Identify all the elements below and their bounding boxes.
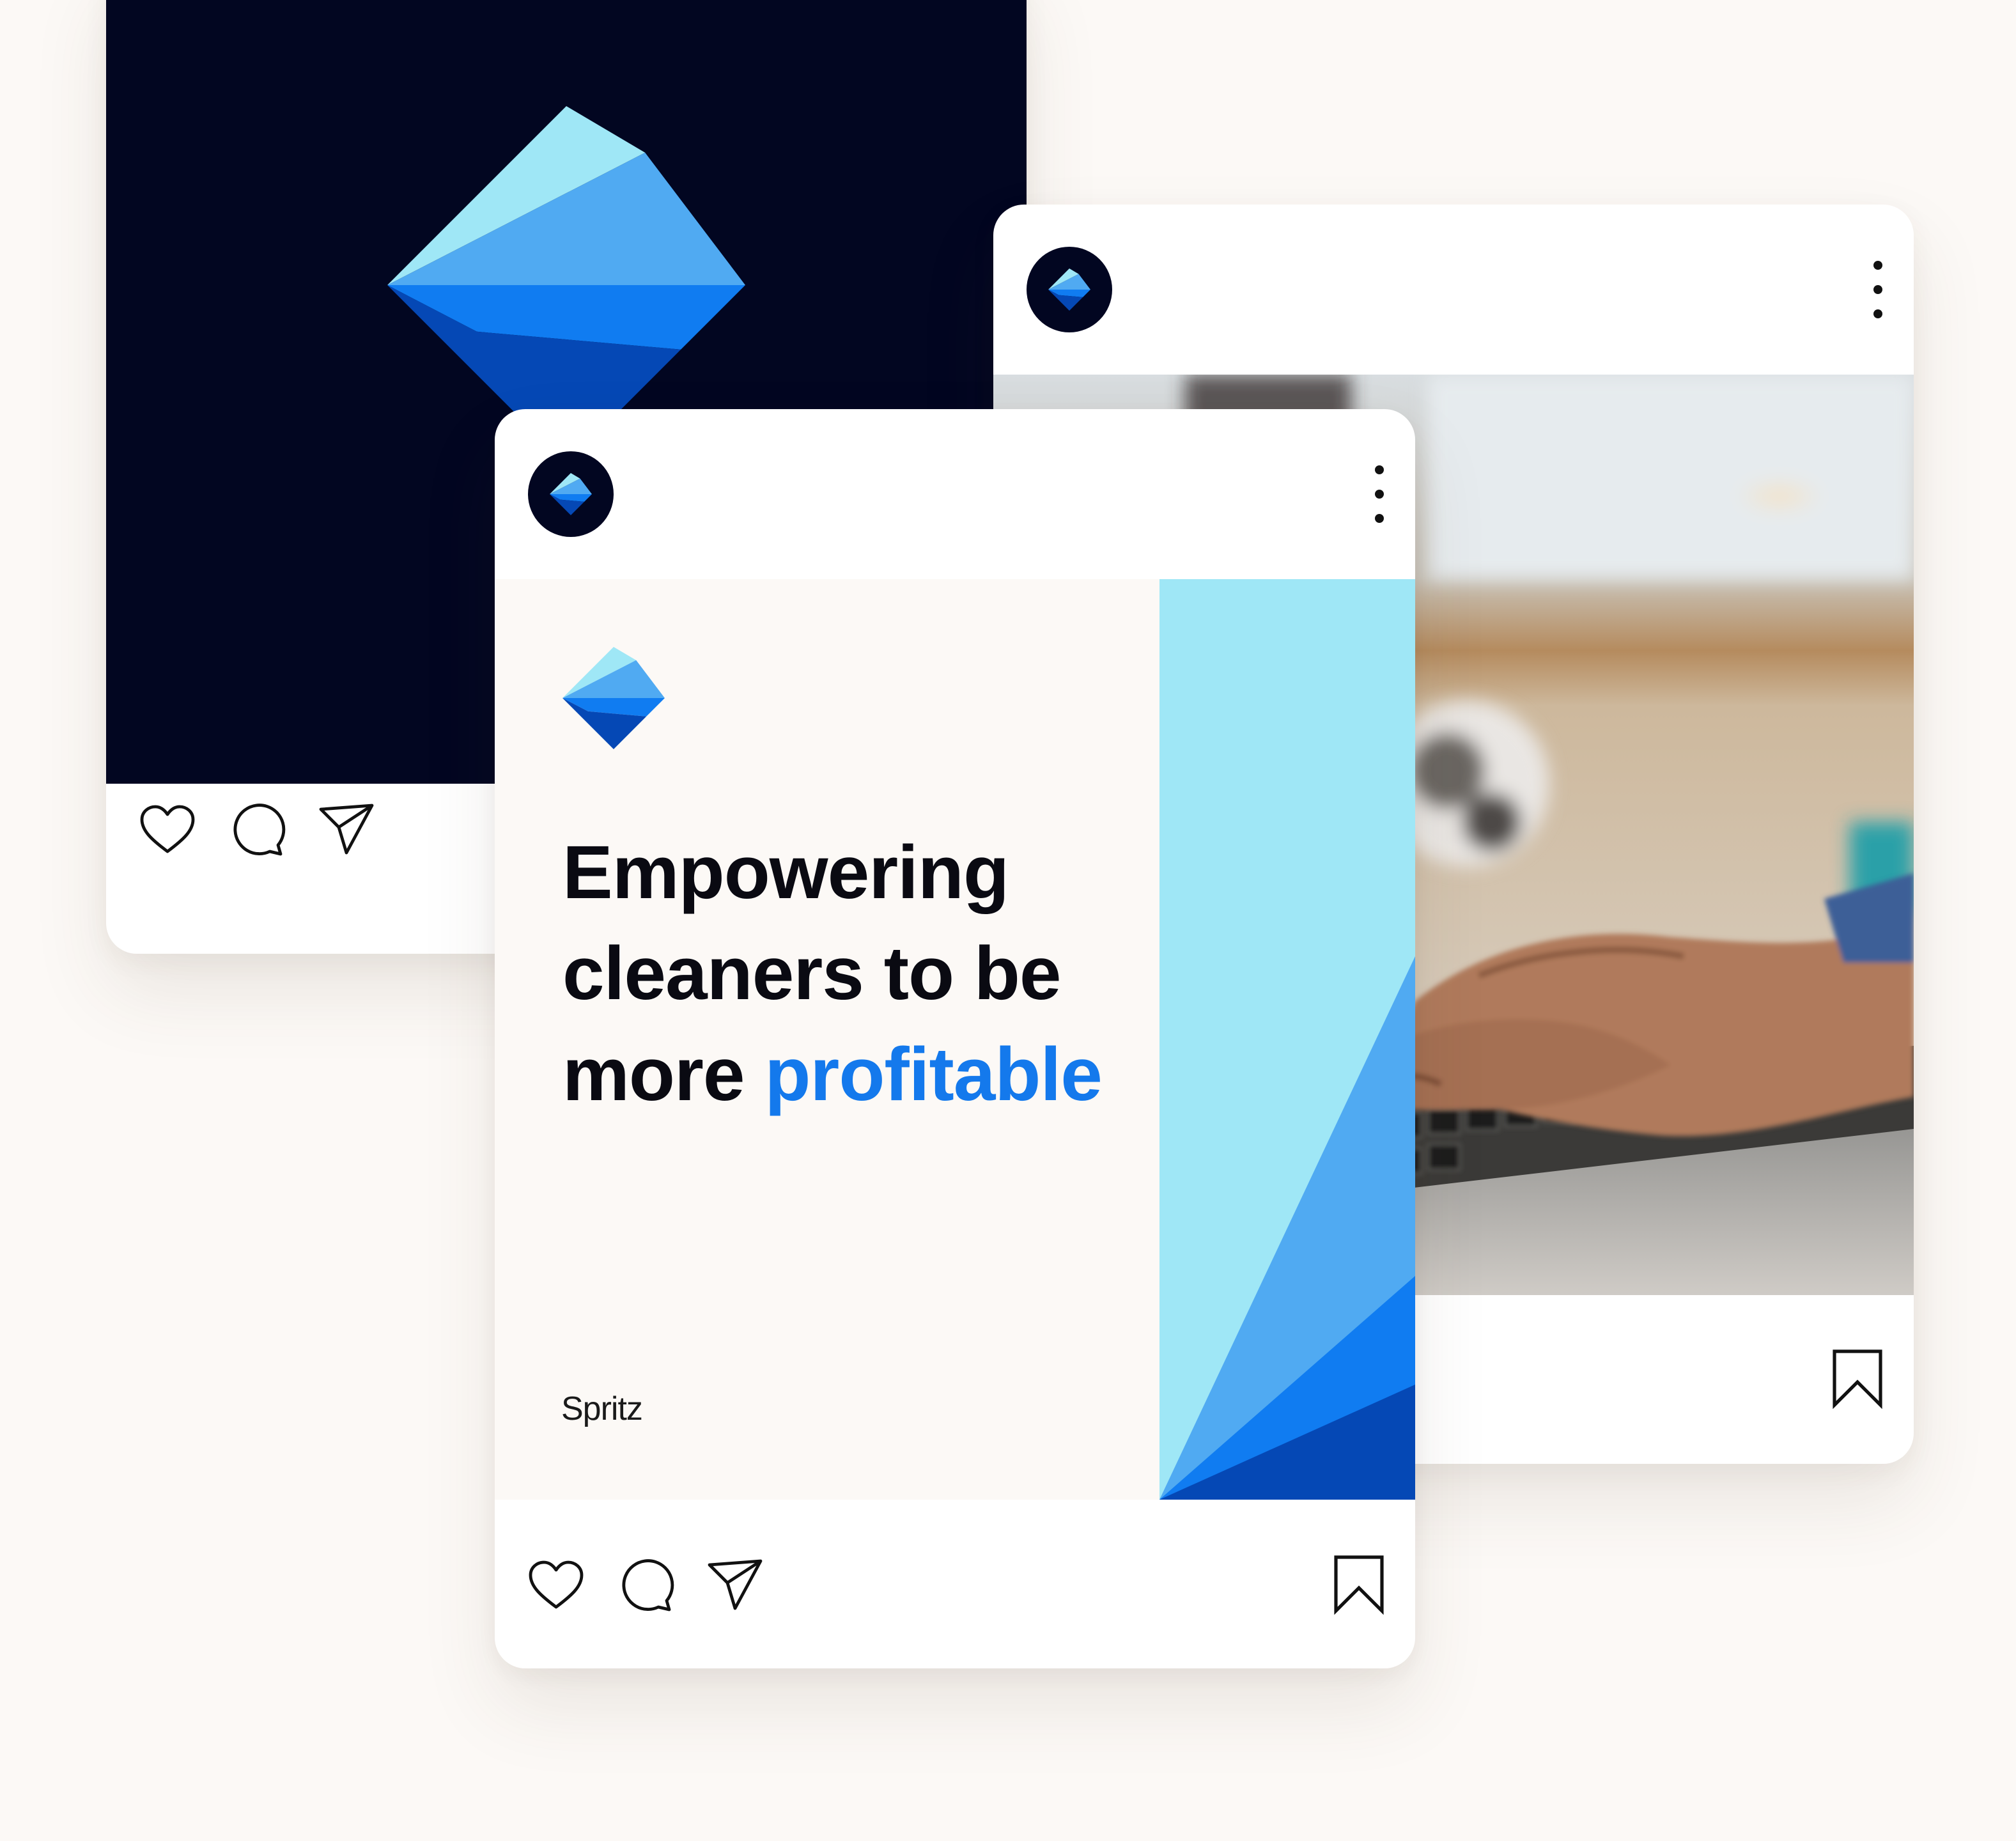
post-card-headline: Empowering cleaners to be more profitabl… [495, 409, 1415, 1668]
post-header [495, 409, 1415, 579]
post-headline: Empowering cleaners to be more profitabl… [562, 822, 1125, 1125]
post-header [993, 205, 1914, 375]
more-icon[interactable] [1870, 261, 1886, 318]
send-icon[interactable] [316, 799, 377, 860]
comment-icon[interactable] [615, 1555, 676, 1616]
spritz-logo-diamond-icon [1048, 268, 1090, 311]
bookmark-icon[interactable] [1829, 1348, 1886, 1409]
heart-icon[interactable] [137, 799, 198, 860]
avatar[interactable] [1027, 247, 1112, 332]
spritz-logo-diamond-icon [562, 647, 665, 749]
heart-icon[interactable] [525, 1555, 587, 1616]
post-actions [137, 799, 377, 860]
headline-accent-word: profitable [764, 1032, 1103, 1117]
spritz-logo-diamond-icon [550, 473, 592, 515]
post-actions [525, 1555, 766, 1616]
headline-line-3-prefix: more [562, 1032, 765, 1117]
more-icon[interactable] [1372, 465, 1387, 523]
decorative-blue-shape [1159, 579, 1415, 1500]
headline-line-1: Empowering [562, 830, 1009, 915]
post-graphic: Empowering cleaners to be more profitabl… [495, 579, 1415, 1500]
comment-icon[interactable] [226, 799, 288, 860]
send-icon[interactable] [704, 1555, 766, 1616]
headline-line-2: cleaners to be [562, 931, 1062, 1016]
avatar[interactable] [528, 451, 614, 537]
brand-name: Spritz [561, 1390, 643, 1427]
bookmark-icon[interactable] [1331, 1553, 1387, 1615]
